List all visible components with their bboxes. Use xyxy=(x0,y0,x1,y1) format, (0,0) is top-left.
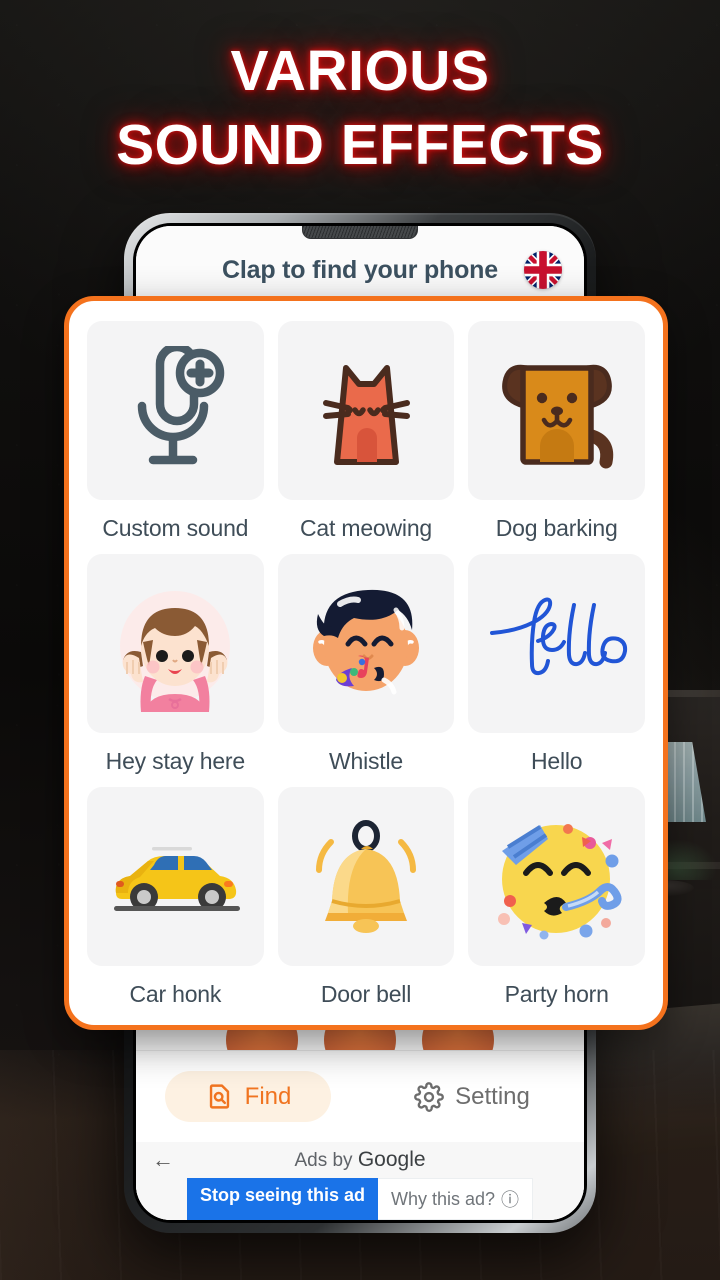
sound-label: Hey stay here xyxy=(105,748,246,774)
sound-grid-row: Custom sound Cat meowing Dog barking xyxy=(87,321,646,542)
sound-tile[interactable] xyxy=(468,321,646,500)
sound-item-hey-stay-here[interactable]: Hey stay here xyxy=(87,554,264,775)
sound-effects-panel: Custom sound Cat meowing Dog barking Hey… xyxy=(64,296,668,1030)
phone-speaker-notch xyxy=(302,226,418,239)
sound-tile[interactable] xyxy=(277,787,455,966)
sound-item-cat-meowing[interactable]: Cat meowing xyxy=(277,321,455,542)
boy-whistling-icon xyxy=(296,576,436,711)
sound-label: Party horn xyxy=(504,981,609,1007)
nav-item-setting[interactable]: Setting xyxy=(360,1081,584,1112)
sound-tile[interactable] xyxy=(277,321,455,500)
nav-item-find[interactable]: Find xyxy=(136,1071,360,1122)
sound-tile[interactable] xyxy=(87,321,264,500)
ad-back-arrow-icon[interactable]: ← xyxy=(152,1149,174,1171)
bottom-navigation: Find Setting xyxy=(136,1050,584,1142)
sound-grid-row: Hey stay here Whistle Hello xyxy=(87,554,646,775)
sound-label: Hello xyxy=(530,748,583,774)
sound-item-door-bell[interactable]: Door bell xyxy=(277,787,455,1008)
sound-item-car-honk[interactable]: Car honk xyxy=(87,787,264,1008)
info-icon: ⓘ xyxy=(501,1190,520,1210)
sound-grid-row: Car honk Door bell Party horn xyxy=(87,787,646,1008)
sound-tile[interactable] xyxy=(468,787,646,966)
gear-icon xyxy=(414,1081,445,1112)
sound-label: Cat meowing xyxy=(299,515,433,541)
promo-headline: VARIOUS SOUND EFFECTS xyxy=(0,34,720,182)
microphone-plus-icon xyxy=(120,345,230,476)
sound-item-party-horn[interactable]: Party horn xyxy=(468,787,646,1008)
sound-label: Custom sound xyxy=(102,515,249,541)
find-document-search-icon xyxy=(205,1082,234,1111)
girl-waving-icon xyxy=(105,574,245,714)
why-this-ad-button[interactable]: Why this ad? ⓘ xyxy=(377,1178,534,1220)
headline-line-2: SOUND EFFECTS xyxy=(116,113,604,178)
yellow-car-icon xyxy=(100,827,250,927)
ad-attribution-prefix: Ads by xyxy=(294,1150,358,1171)
cat-icon xyxy=(304,346,429,476)
sound-item-custom-sound[interactable]: Custom sound xyxy=(87,321,264,542)
sound-label: Door bell xyxy=(320,981,412,1007)
dog-icon xyxy=(492,346,622,476)
app-title: Clap to find your phone xyxy=(222,255,498,284)
sound-tile[interactable] xyxy=(87,554,264,733)
sound-tile[interactable] xyxy=(87,787,264,966)
headline-line-1: VARIOUS xyxy=(230,39,490,103)
nav-label-find: Find xyxy=(244,1082,292,1110)
ad-attribution: Ads by Google xyxy=(136,1148,584,1172)
google-ad-bar: ← Ads by Google Stop seeing this ad Why … xyxy=(136,1142,584,1220)
why-this-ad-label: Why this ad? xyxy=(390,1188,496,1209)
sound-item-whistle[interactable]: Whistle xyxy=(277,554,455,775)
bell-icon xyxy=(301,812,431,942)
sound-grid: Custom sound Cat meowing Dog barking Hey… xyxy=(87,321,646,1008)
ad-attribution-brand: Google xyxy=(357,1148,426,1171)
nav-label-setting: Setting xyxy=(455,1082,530,1110)
stop-seeing-this-ad-button[interactable]: Stop seeing this ad xyxy=(186,1178,378,1220)
sound-tile[interactable] xyxy=(277,554,455,733)
sound-item-hello[interactable]: Hello xyxy=(468,554,646,775)
hello-script-icon xyxy=(482,589,632,699)
sound-tile[interactable] xyxy=(468,554,646,733)
party-face-icon xyxy=(482,807,632,947)
sound-label: Whistle xyxy=(329,748,404,774)
sound-label: Car honk xyxy=(129,981,222,1007)
sound-label: Dog barking xyxy=(495,515,618,541)
uk-flag-icon[interactable] xyxy=(524,251,562,289)
sound-item-dog-barking[interactable]: Dog barking xyxy=(468,321,646,542)
